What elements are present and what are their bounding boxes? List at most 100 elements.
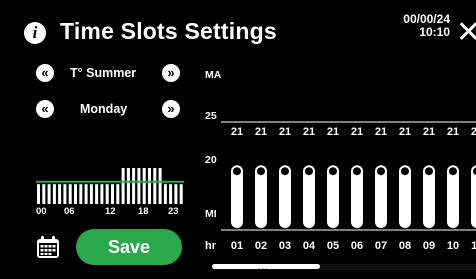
mini-chart-bar[interactable] <box>153 168 157 204</box>
slot-value-label: 21 <box>254 126 268 138</box>
chevrons-right-icon: » <box>167 101 174 116</box>
season-label: T° Summer <box>70 66 137 80</box>
hour-label: 07 <box>374 240 388 252</box>
mini-chart-bar[interactable] <box>47 184 51 204</box>
hour-label: 05 <box>326 240 340 252</box>
mini-chart-bar[interactable] <box>79 184 83 204</box>
hour-label: 06 <box>350 240 364 252</box>
slot-handle[interactable] <box>281 167 289 176</box>
mini-chart-bar[interactable] <box>116 184 120 204</box>
hour-label: 08 <box>398 240 412 252</box>
slot-handle[interactable] <box>257 167 265 176</box>
page-title: Time Slots Settings <box>60 18 277 44</box>
slot-value-label: 21 <box>398 126 412 138</box>
mini-chart-bar[interactable] <box>52 184 56 204</box>
slot-bar[interactable] <box>351 165 363 228</box>
calendar-icon[interactable] <box>36 236 60 259</box>
time-label: 10:10 <box>419 25 450 39</box>
save-button[interactable]: Save <box>76 229 182 265</box>
close-icon[interactable]: ✕ <box>456 18 476 48</box>
y-tick-20: 20 <box>205 154 217 166</box>
mini-axis-label: 00 <box>36 206 47 217</box>
slot-bar[interactable] <box>279 165 291 228</box>
slot-handle[interactable] <box>377 167 385 176</box>
hour-label: 02 <box>254 240 268 252</box>
mini-chart-axis: 00 06 12 18 23 <box>32 203 184 217</box>
season-next-button[interactable]: » <box>162 64 180 82</box>
mini-chart-bar[interactable] <box>89 184 93 204</box>
mini-chart-bar[interactable] <box>126 168 130 204</box>
mini-chart-bar[interactable] <box>100 184 104 204</box>
mini-chart-bar[interactable] <box>179 184 183 204</box>
mini-chart-bar[interactable] <box>163 184 167 204</box>
hour-label: 01 <box>230 240 244 252</box>
slot-value-label: 21 <box>278 126 292 138</box>
mini-chart-bar[interactable] <box>95 184 99 204</box>
slot-bar[interactable] <box>399 165 411 228</box>
slot-bar[interactable] <box>303 165 315 228</box>
slot-bar[interactable] <box>447 165 459 228</box>
mini-axis-label: 12 <box>105 206 116 217</box>
mini-chart-bar[interactable] <box>63 184 67 204</box>
mini-chart-bar[interactable] <box>58 184 62 204</box>
info-icon[interactable]: i <box>24 22 46 44</box>
chevrons-right-icon: » <box>167 65 174 80</box>
slot-value-label: 21 <box>422 126 436 138</box>
slot-value-label: 21 <box>302 126 316 138</box>
mini-chart-bar[interactable] <box>105 184 109 204</box>
chevrons-left-icon: « <box>41 65 48 80</box>
mini-chart-bar[interactable] <box>68 184 72 204</box>
mini-axis-label: 06 <box>64 206 75 217</box>
hour-label: 03 <box>278 240 292 252</box>
max-label: MA <box>205 69 222 81</box>
mini-chart-bar[interactable] <box>84 184 88 204</box>
mini-chart-bar[interactable] <box>137 168 141 204</box>
mini-axis-label: 23 <box>168 206 179 217</box>
mini-axis-label: 18 <box>138 206 149 217</box>
slot-bar[interactable] <box>471 165 476 228</box>
slot-handle[interactable] <box>329 167 337 176</box>
slot-value-label: 21 <box>326 126 340 138</box>
mini-chart-bar[interactable] <box>121 168 125 204</box>
mini-chart-bar[interactable] <box>174 184 178 204</box>
slot-value-label: 21 <box>446 126 460 138</box>
mini-chart-bar[interactable] <box>158 168 162 204</box>
day-next-button[interactable]: » <box>162 100 180 118</box>
mini-chart-bar[interactable] <box>37 184 40 204</box>
hour-label: 04 <box>302 240 316 252</box>
mini-chart-bar[interactable] <box>74 184 77 204</box>
slot-bar[interactable] <box>327 165 339 228</box>
slot-handle[interactable] <box>449 167 457 176</box>
mini-chart-bar[interactable] <box>42 184 46 204</box>
day-label: Monday <box>80 102 128 116</box>
daily-profile-chart[interactable] <box>36 140 184 204</box>
slot-bar[interactable] <box>231 165 243 228</box>
slot-handle[interactable] <box>401 167 409 176</box>
scroll-dots: ... <box>258 262 269 272</box>
mini-chart-bar[interactable] <box>132 168 136 204</box>
hour-label: 10 <box>446 240 460 252</box>
slot-value-label: 21 <box>230 126 244 138</box>
mini-chart-bar[interactable] <box>142 168 146 204</box>
slot-handle[interactable] <box>305 167 313 176</box>
slot-handle[interactable] <box>353 167 361 176</box>
mini-chart-bar[interactable] <box>169 184 173 204</box>
chevrons-left-icon: « <box>41 101 48 116</box>
slot-handle[interactable] <box>233 167 241 176</box>
hour-label: 11 <box>471 240 476 252</box>
mini-chart-bar[interactable] <box>148 168 151 204</box>
slot-bar[interactable] <box>423 165 435 228</box>
hour-label: 09 <box>422 240 436 252</box>
y-tick-25: 25 <box>205 110 217 122</box>
slot-value-label: 21 <box>350 126 364 138</box>
day-prev-button[interactable]: « <box>36 100 54 118</box>
slot-bar[interactable] <box>375 165 387 228</box>
min-label: MI <box>205 208 217 220</box>
season-prev-button[interactable]: « <box>36 64 54 82</box>
slot-value-label: 21 <box>374 126 388 138</box>
slot-value-label: 21 <box>470 126 476 138</box>
mini-chart-bar[interactable] <box>111 184 114 204</box>
hour-axis-label: hr <box>205 240 216 252</box>
slot-handle[interactable] <box>425 167 433 176</box>
slot-bar[interactable] <box>255 165 267 228</box>
